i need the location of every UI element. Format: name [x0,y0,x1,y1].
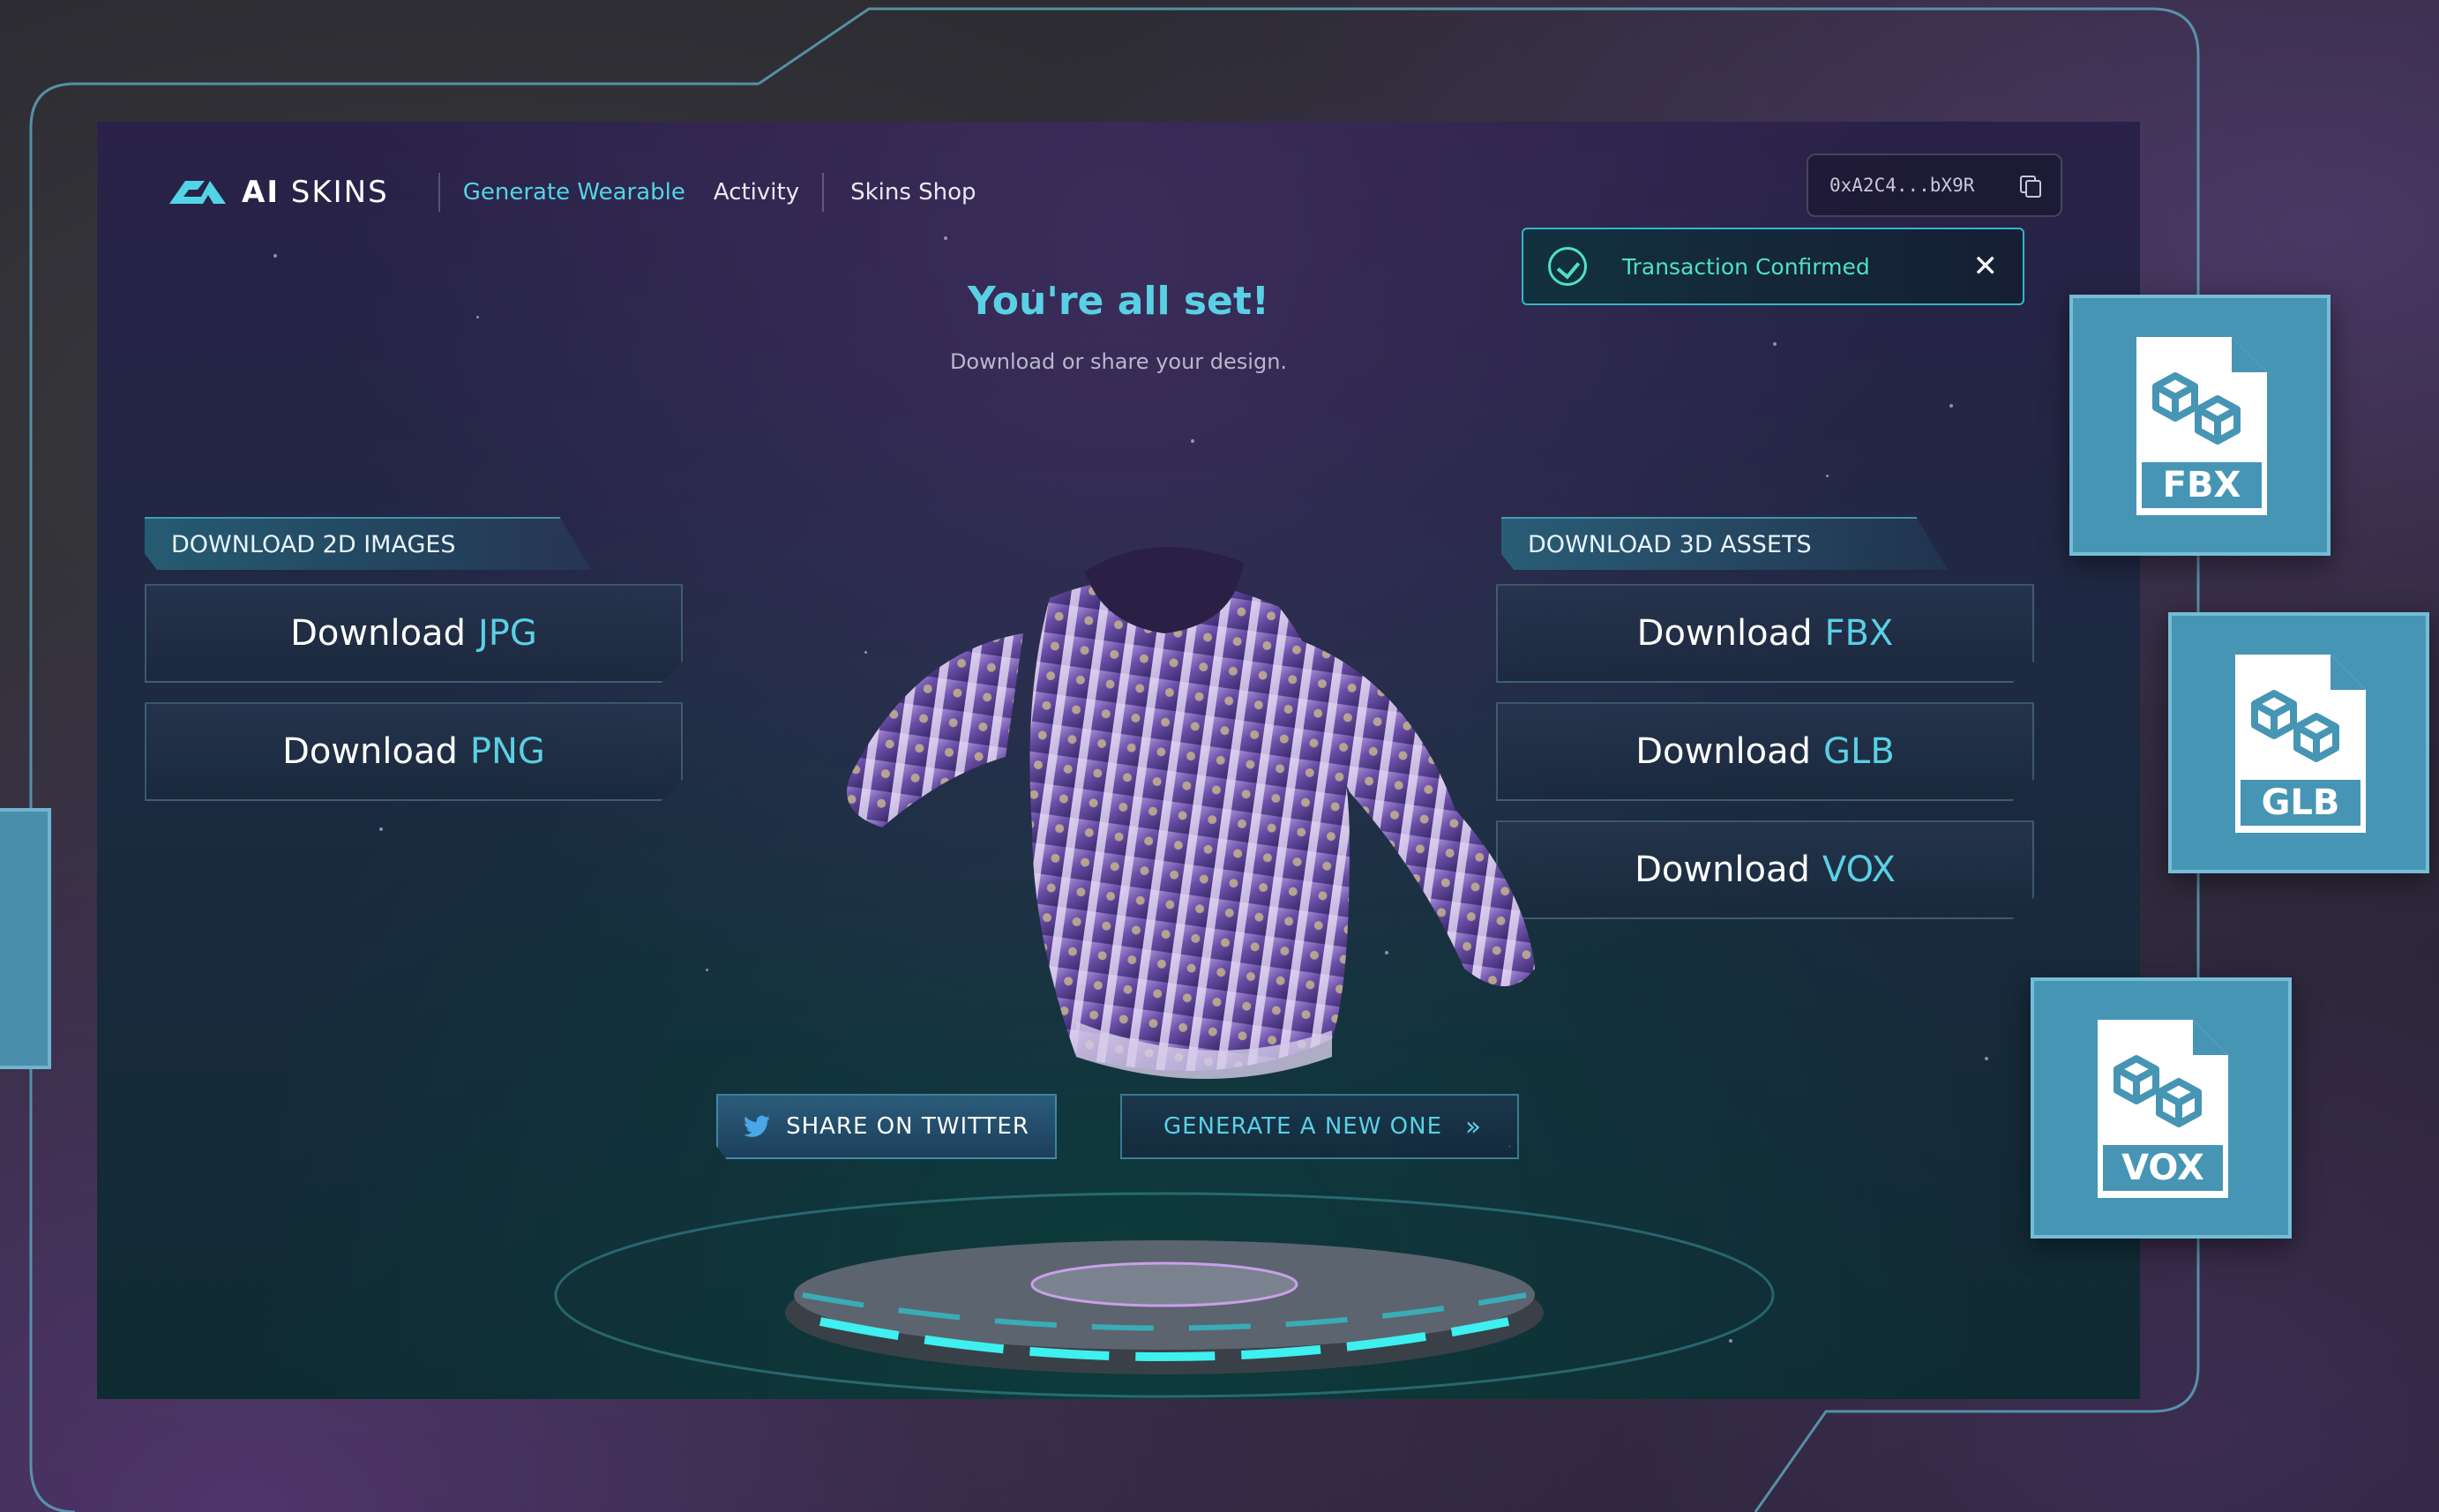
close-icon[interactable]: ✕ [1973,251,1999,281]
wearable-preview [847,547,1535,1079]
nav-item-activity[interactable]: Activity [714,179,799,206]
double-chevron-right-icon: ›› [1465,1111,1481,1142]
side-tab [0,808,51,1069]
3d-file-icon [2136,337,2267,515]
twitter-icon [744,1115,771,1137]
file-card-fbx: FBX [2069,295,2331,556]
toast-message: Transaction Confirmed [1622,253,1870,280]
3d-file-icon [2098,1020,2228,1198]
logo[interactable]: AI SKINS [169,175,389,210]
download-jpg-button[interactable]: Download JPG [145,584,683,683]
logo-icon [169,181,226,204]
copy-icon[interactable] [2020,176,2041,198]
file-card-label: VOX [2121,1148,2204,1188]
file-card-vox: VOX [2031,977,2292,1239]
app-screen: AI SKINS Generate Wearable Activity Skin… [97,122,2140,1399]
3d-file-icon [2235,655,2366,833]
file-card-label: GLB [2261,782,2340,823]
top-nav: AI SKINS Generate Wearable Activity Skin… [169,166,1005,219]
nav-item-generate-wearable[interactable]: Generate Wearable [463,179,685,206]
wallet-address: 0xA2C4...bX9R [1829,175,1975,196]
nav-divider [438,173,440,212]
section-label-2d: DOWNLOAD 2D IMAGES [145,517,591,570]
download-vox-button[interactable]: Download VOX [1496,820,2034,919]
generate-new-label: GENERATE A NEW ONE [1163,1113,1443,1140]
file-card-glb: GLB [2168,612,2429,873]
download-glb-button[interactable]: Download GLB [1496,702,2034,801]
share-twitter-button[interactable]: SHARE ON TWITTER [716,1094,1057,1159]
wallet-address-box[interactable]: 0xA2C4...bX9R [1807,153,2062,217]
nav-divider [822,173,825,212]
share-twitter-label: SHARE ON TWITTER [786,1113,1029,1140]
nav-item-skins-shop[interactable]: Skins Shop [850,179,976,206]
file-card-label: FBX [2162,465,2241,505]
logo-text: AI SKINS [242,175,389,210]
download-fbx-button[interactable]: Download FBX [1496,584,2034,683]
pedestal [554,1192,1775,1398]
page-subtitle: Download or share your design. [949,349,1288,374]
download-png-button[interactable]: Download PNG [145,702,683,801]
generate-new-button[interactable]: GENERATE A NEW ONE ›› [1120,1094,1519,1159]
page-title: You're all set! [967,279,1269,324]
